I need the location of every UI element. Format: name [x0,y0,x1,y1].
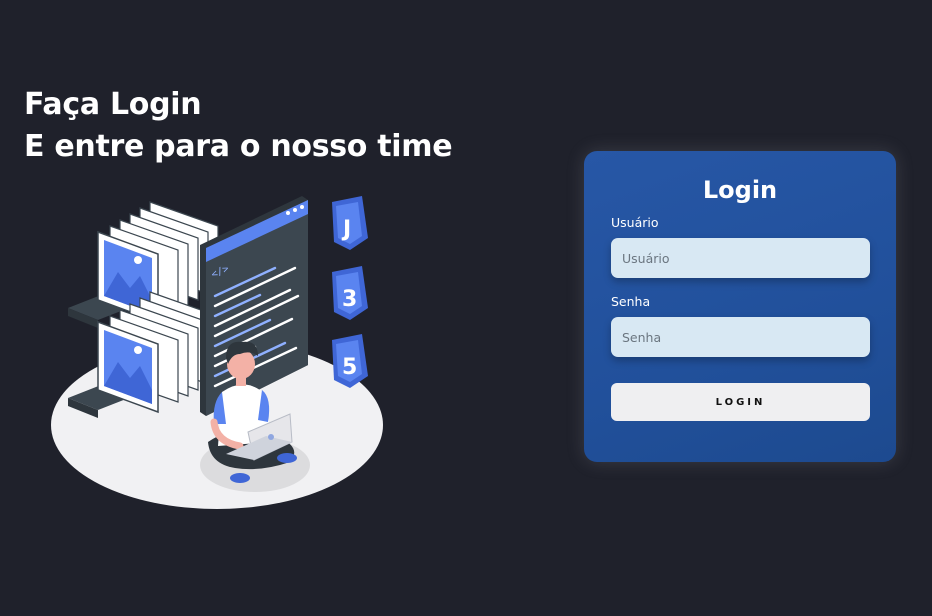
password-input[interactable] [611,317,870,357]
css-badge-icon: 3 [332,266,368,320]
username-input[interactable] [611,238,870,278]
password-label: Senha [611,294,651,309]
hero-line-1: Faça Login [24,87,202,122]
html-badge-icon: 5 [332,334,368,388]
login-card: Login Usuário Senha LOGIN [584,151,896,462]
html-badge-text: 5 [342,355,357,380]
hero-heading: Faça Login E entre para o nosso time [24,84,453,168]
login-title: Login [702,176,778,204]
hero-line-2: E entre para o nosso time [24,129,453,164]
username-label: Usuário [611,215,659,230]
developer-illustration: </> J 3 5 [51,196,383,509]
js-badge-icon: J [332,196,368,250]
css-badge-text: 3 [342,287,357,312]
js-badge-text: J [341,217,351,242]
login-button[interactable]: LOGIN [611,383,870,421]
